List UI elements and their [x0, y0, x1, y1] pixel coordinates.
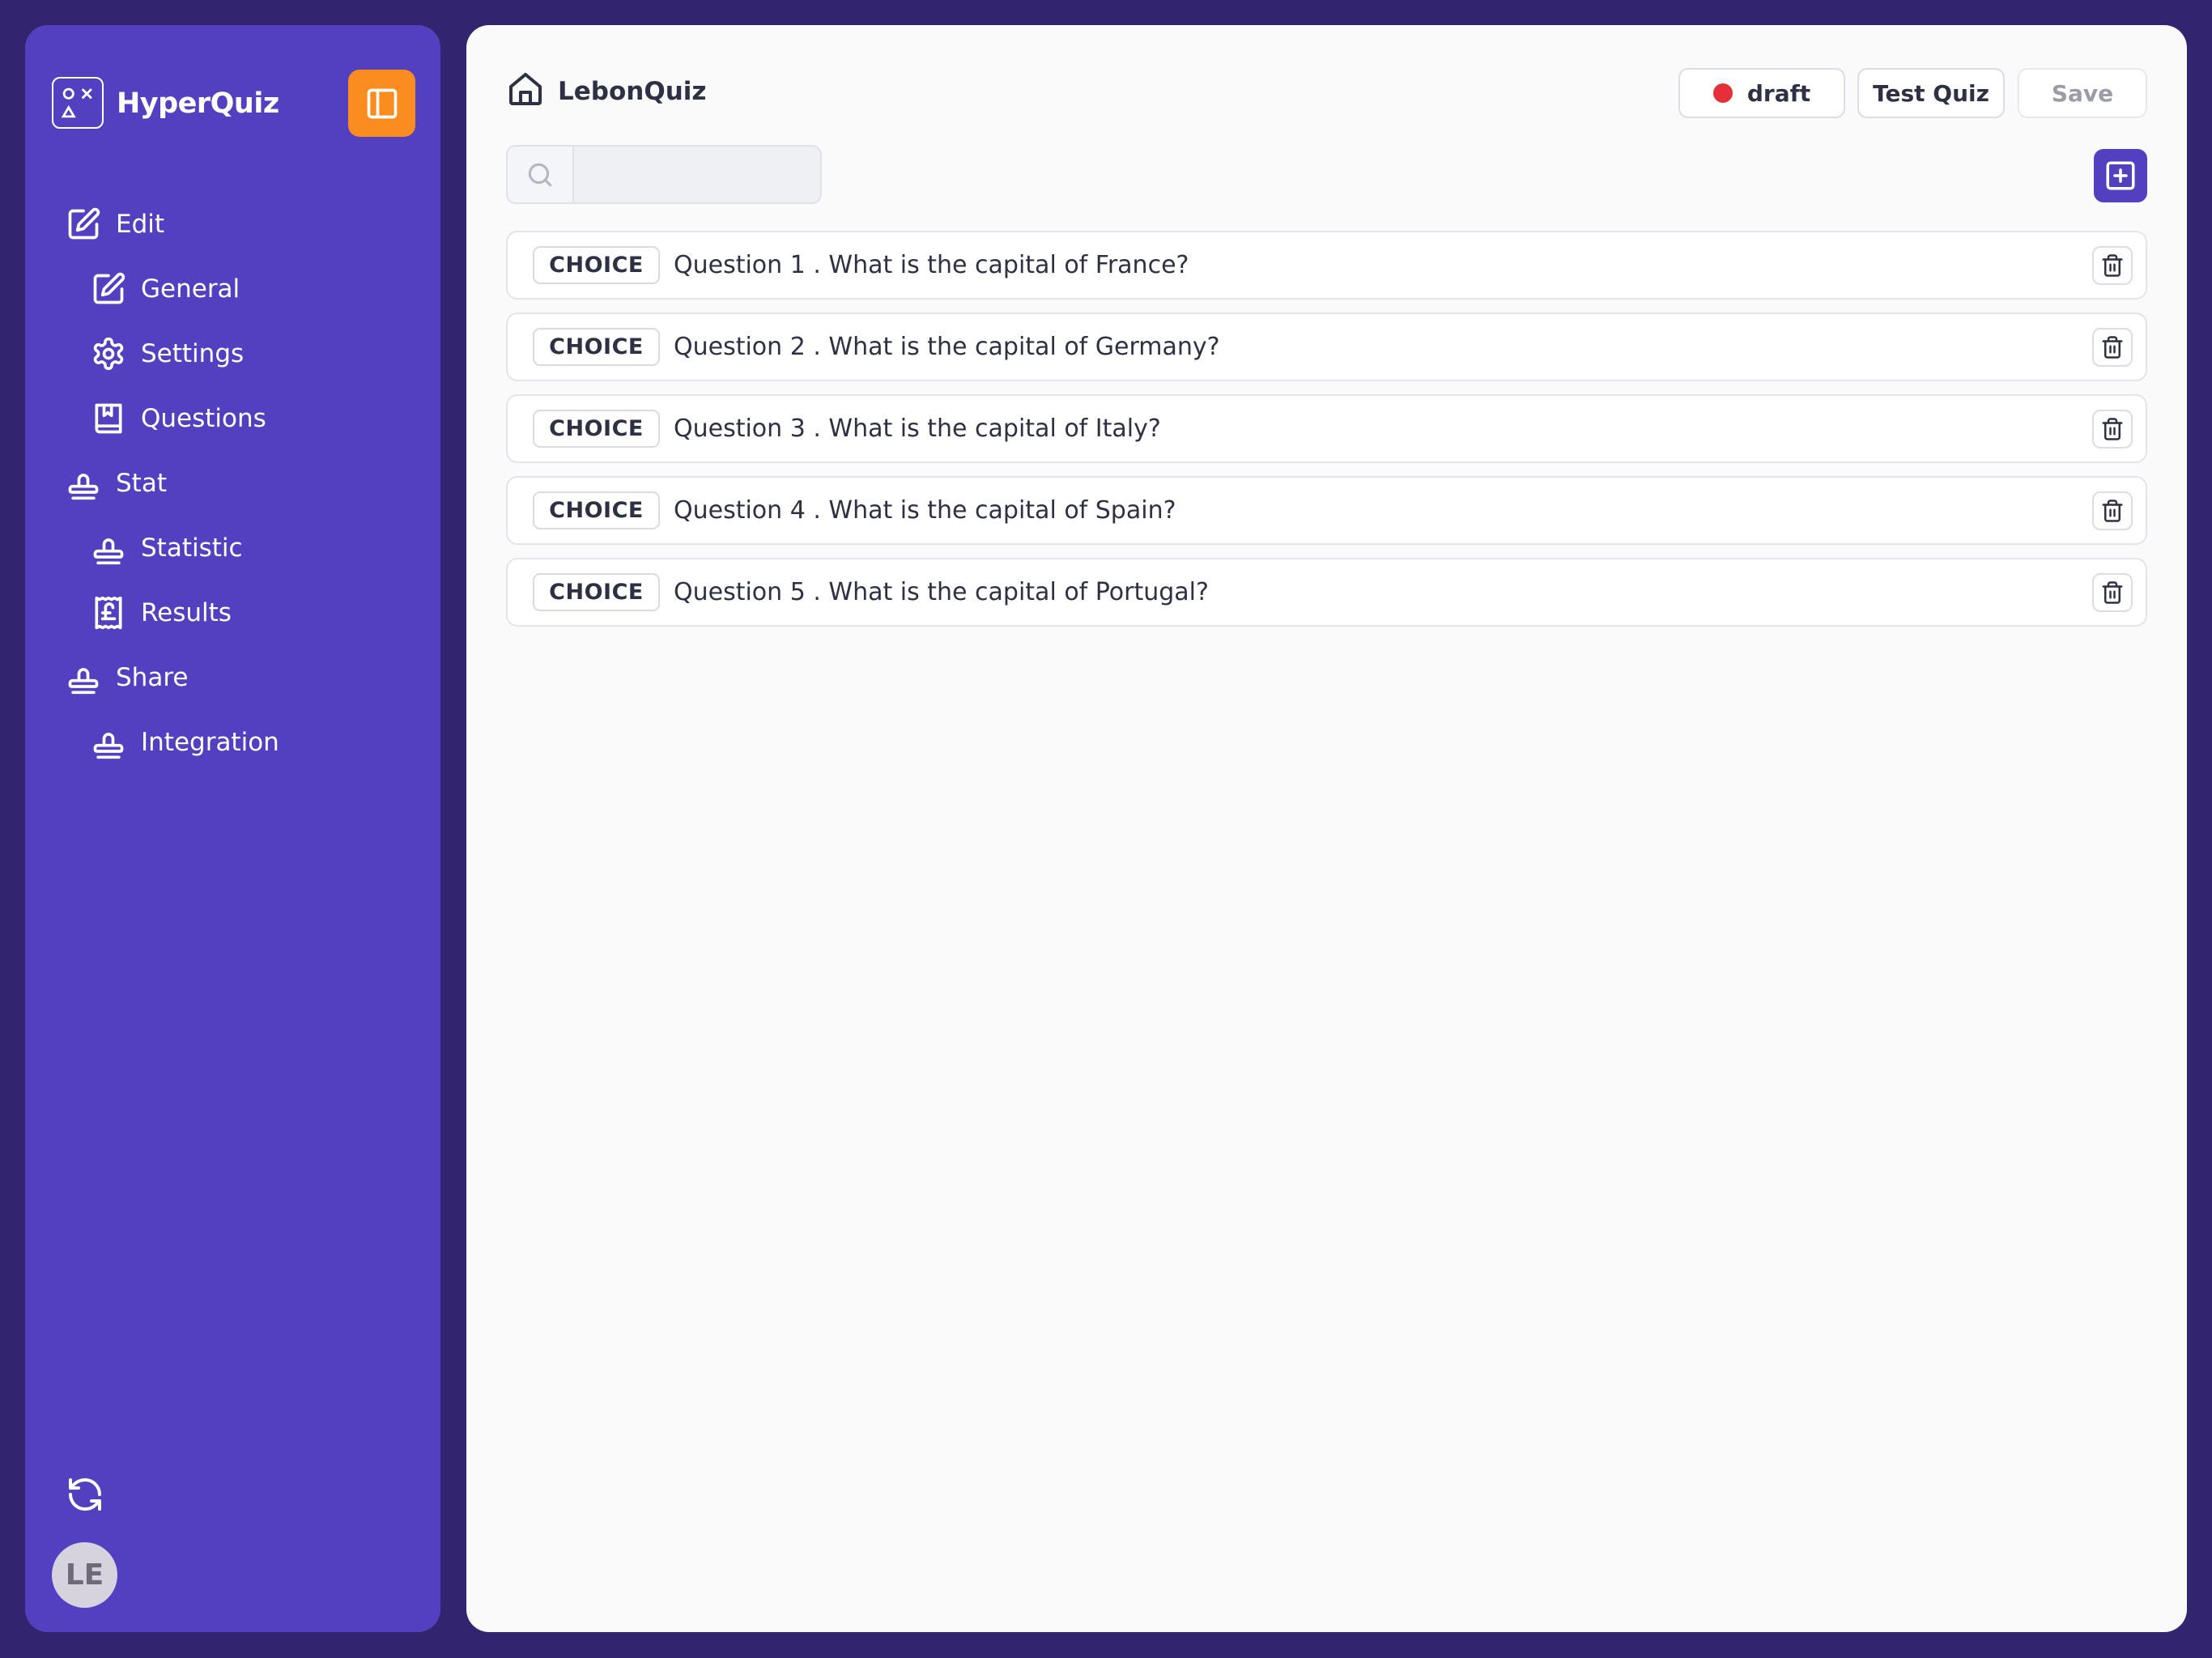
question-type-badge: CHOICE: [533, 491, 660, 529]
sidebar-item-label: Statistic: [141, 534, 243, 563]
stamp-icon: [91, 530, 126, 566]
save-button[interactable]: Save: [2018, 68, 2147, 118]
sidebar-item-general[interactable]: General: [91, 266, 240, 312]
question-type-badge: CHOICE: [533, 410, 660, 448]
sidebar-item-label: Results: [141, 598, 232, 627]
question-row[interactable]: CHOICE Question 5 . What is the capital …: [506, 558, 2147, 627]
breadcrumb[interactable]: LebonQuiz: [558, 77, 706, 106]
save-label: Save: [2051, 79, 2114, 107]
edit-icon: [91, 271, 126, 307]
sidebar-item-results[interactable]: Results: [91, 590, 232, 636]
add-question-button[interactable]: [2094, 149, 2147, 202]
trash-icon: [2102, 254, 2123, 277]
gear-icon: [91, 336, 126, 372]
avatar[interactable]: LE: [52, 1542, 117, 1608]
delete-question-button[interactable]: [2092, 410, 2133, 449]
sidebar-item-label: Stat: [116, 469, 167, 498]
question-text: Question 5 . What is the capital of Port…: [674, 578, 1209, 606]
sidebar: HyperQuiz Edit General Settings Question…: [25, 25, 440, 1632]
sidebar-item-statistic[interactable]: Statistic: [91, 525, 243, 571]
trash-icon: [2102, 418, 2123, 440]
sidebar-toggle-button[interactable]: [348, 70, 415, 137]
question-text: Question 3 . What is the capital of Ital…: [674, 414, 1161, 443]
sidebar-item-label: Questions: [141, 404, 266, 433]
search-box: [506, 145, 822, 204]
sidebar-item-label: Edit: [116, 210, 165, 239]
edit-icon: [66, 206, 101, 242]
test-quiz-label: Test Quiz: [1873, 79, 1989, 107]
question-text: Question 4 . What is the capital of Spai…: [674, 496, 1176, 525]
sidebar-panel-icon: [367, 88, 397, 118]
delete-question-button[interactable]: [2092, 246, 2133, 285]
stamp-icon: [66, 660, 101, 695]
sidebar-item-edit[interactable]: Edit: [66, 202, 164, 247]
sidebar-item-integration[interactable]: Integration: [91, 720, 279, 765]
trash-icon: [2102, 500, 2123, 522]
book-icon: [91, 401, 126, 436]
delete-question-button[interactable]: [2092, 491, 2133, 530]
question-row[interactable]: CHOICE Question 2 . What is the capital …: [506, 312, 2147, 381]
status-draft-button[interactable]: draft: [1678, 68, 1845, 118]
search-icon: [508, 147, 574, 202]
status-label: draft: [1746, 79, 1811, 107]
delete-question-button[interactable]: [2092, 573, 2133, 612]
sidebar-item-label: Settings: [141, 339, 245, 368]
question-text: Question 2 . What is the capital of Germ…: [674, 333, 1220, 361]
sidebar-item-label: Integration: [141, 728, 279, 757]
status-dot-icon: [1712, 83, 1733, 103]
question-list: CHOICE Question 1 . What is the capital …: [506, 231, 2147, 640]
sidebar-item-label: Share: [116, 663, 189, 692]
sidebar-item-settings[interactable]: Settings: [91, 331, 244, 376]
sidebar-item-label: General: [141, 274, 240, 304]
test-quiz-button[interactable]: Test Quiz: [1857, 68, 2005, 118]
refresh-icon[interactable]: [66, 1475, 104, 1514]
sidebar-item-share[interactable]: Share: [66, 655, 188, 700]
app-name: HyperQuiz: [117, 87, 279, 120]
receipt-icon: [91, 595, 126, 631]
home-icon[interactable]: [506, 70, 545, 108]
question-type-badge: CHOICE: [533, 328, 660, 366]
delete-question-button[interactable]: [2092, 328, 2133, 367]
question-type-badge: CHOICE: [533, 573, 660, 611]
stamp-icon: [66, 466, 101, 501]
question-row[interactable]: CHOICE Question 1 . What is the capital …: [506, 231, 2147, 300]
trash-icon: [2102, 336, 2123, 359]
search-input[interactable]: [576, 147, 820, 202]
plus-square-icon: [2106, 161, 2135, 190]
question-text: Question 1 . What is the capital of Fran…: [674, 251, 1189, 279]
sidebar-item-questions[interactable]: Questions: [91, 396, 266, 441]
question-type-badge: CHOICE: [533, 246, 660, 284]
question-row[interactable]: CHOICE Question 3 . What is the capital …: [506, 394, 2147, 463]
main-panel: LebonQuiz draft Test Quiz Save CHOICE Qu…: [466, 25, 2187, 1632]
question-row[interactable]: CHOICE Question 4 . What is the capital …: [506, 476, 2147, 545]
stamp-icon: [91, 725, 126, 760]
logo-icon: [52, 77, 104, 129]
trash-icon: [2102, 581, 2123, 604]
sidebar-item-stat[interactable]: Stat: [66, 461, 167, 506]
